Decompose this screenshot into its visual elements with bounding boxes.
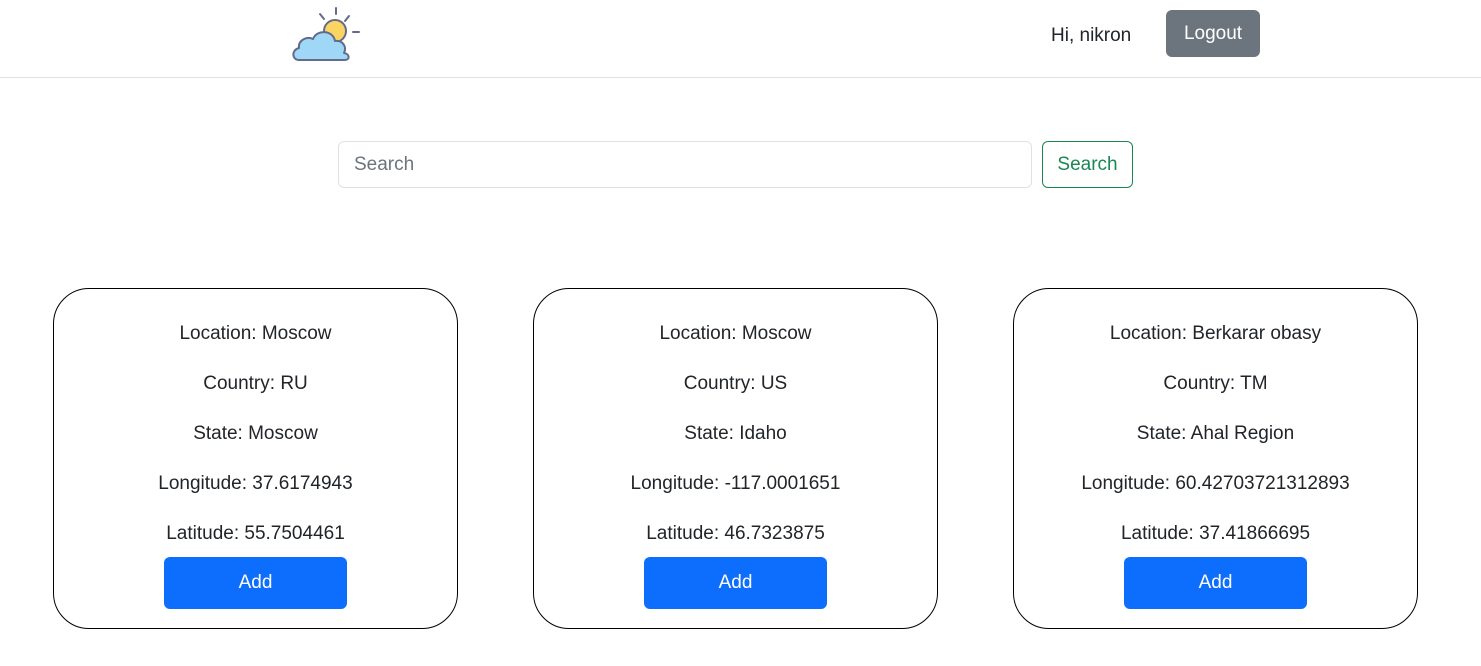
- navbar: Hi, nikron Logout: [0, 0, 1481, 78]
- latitude-text: Latitude: 55.7504461: [166, 523, 345, 544]
- longitude-text: Longitude: 37.6174943: [158, 473, 353, 494]
- state-text: State: Ahal Region: [1136, 423, 1295, 444]
- state-text: State: Moscow: [193, 423, 318, 444]
- country-text: Country: US: [683, 373, 788, 394]
- user-greeting: Hi, nikron: [1051, 25, 1132, 46]
- latitude-text: Latitude: 37.41866695: [1120, 523, 1311, 544]
- logout-button[interactable]: Logout: [1166, 10, 1260, 57]
- search-input[interactable]: [338, 141, 1032, 188]
- cloud-sun-icon[interactable]: [290, 6, 362, 64]
- location-card: Location: Moscow Country: US State: Idah…: [533, 288, 938, 629]
- add-button[interactable]: Add: [164, 557, 347, 609]
- add-button[interactable]: Add: [644, 557, 827, 609]
- location-text: Location: Berkarar obasy: [1109, 323, 1322, 344]
- state-text: State: Idaho: [684, 423, 787, 444]
- search-button[interactable]: Search: [1042, 141, 1133, 188]
- add-button[interactable]: Add: [1124, 557, 1307, 609]
- location-text: Location: Moscow: [179, 323, 332, 344]
- country-text: Country: TM: [1163, 373, 1268, 394]
- location-card: Location: Moscow Country: RU State: Mosc…: [53, 288, 458, 629]
- longitude-text: Longitude: 60.42703721312893: [1081, 473, 1350, 494]
- country-text: Country: RU: [203, 373, 308, 394]
- latitude-text: Latitude: 46.7323875: [646, 523, 825, 544]
- longitude-text: Longitude: -117.0001651: [630, 473, 841, 494]
- location-card: Location: Berkarar obasy Country: TM Sta…: [1013, 288, 1418, 629]
- location-text: Location: Moscow: [659, 323, 812, 344]
